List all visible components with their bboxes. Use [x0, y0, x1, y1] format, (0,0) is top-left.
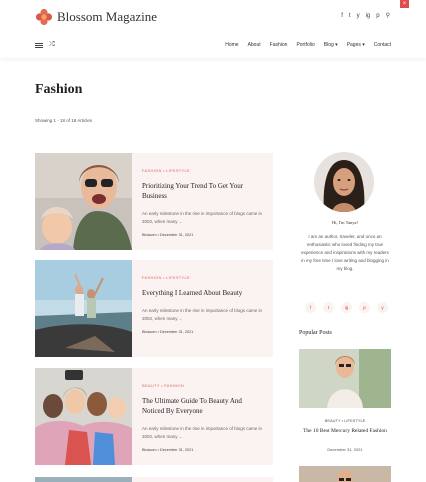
hamburger-menu-icon[interactable]: [35, 43, 43, 48]
nav-item-pages[interactable]: Pages ▾: [347, 42, 365, 48]
nav-item-contact[interactable]: Contact: [374, 42, 391, 48]
youtube-icon[interactable]: y: [377, 302, 388, 313]
sidebar-socials: f t ig p y: [305, 302, 388, 313]
post-card[interactable]: BEAUTY • FASHION The Ultimate Guide To B…: [35, 368, 273, 465]
popular-post-thumbnail[interactable]: [299, 466, 391, 482]
post-meta: Blossom • December 31, 2021: [142, 233, 194, 237]
popular-post-title[interactable]: The 10 Best Mercury Related Fashion: [299, 427, 391, 435]
author-avatar: [314, 152, 374, 212]
site-header: Blossom Magazine f t y ig p ⚲ × ⤮ Home A…: [0, 0, 426, 58]
popular-post-category[interactable]: BEAUTY • LIFESTYLE: [299, 418, 391, 423]
pinterest-icon[interactable]: p: [359, 302, 370, 313]
nav-item-portfolio[interactable]: Portfolio: [296, 42, 314, 48]
popular-posts-heading: Popular Posts: [299, 330, 332, 336]
post-card[interactable]: FASHION • LIFESTYLE Prioritizing Your Tr…: [35, 153, 273, 250]
twitter-icon[interactable]: t: [323, 302, 334, 313]
post-title[interactable]: Prioritizing Your Trend To Get Your Busi…: [142, 181, 265, 201]
instagram-icon[interactable]: ig: [366, 12, 371, 20]
instagram-icon[interactable]: ig: [341, 302, 352, 313]
post-card[interactable]: [35, 477, 273, 482]
post-category[interactable]: FASHION • LIFESTYLE: [142, 168, 265, 173]
post-thumbnail[interactable]: [35, 368, 132, 465]
search-icon[interactable]: ⚲: [386, 12, 390, 20]
shuffle-icon[interactable]: ⤮: [49, 41, 55, 49]
nav-item-home[interactable]: Home: [225, 42, 238, 48]
primary-nav: Home About Fashion Portfolio Blog ▾ Page…: [225, 42, 391, 48]
facebook-icon[interactable]: f: [305, 302, 316, 313]
flower-logo-icon: [35, 8, 53, 26]
post-title[interactable]: The Ultimate Guide To Beauty And Noticed…: [142, 396, 265, 416]
site-logo[interactable]: Blossom Magazine: [35, 8, 157, 26]
post-meta: Blossom • December 31, 2021: [142, 330, 194, 334]
post-title[interactable]: Everything I Learned About Beauty: [142, 288, 265, 298]
twitter-icon[interactable]: t: [349, 12, 351, 20]
post-thumbnail[interactable]: [35, 260, 132, 357]
nav-item-blog[interactable]: Blog ▾: [324, 42, 338, 48]
post-category[interactable]: BEAUTY • FASHION: [142, 383, 265, 388]
site-title: Blossom Magazine: [57, 9, 158, 24]
youtube-icon[interactable]: y: [357, 12, 360, 20]
post-meta: Blossom • December 31, 2021: [142, 448, 194, 452]
article-count: Showing 1 - 18 of 18 Articles: [35, 118, 93, 123]
post-excerpt: An early milestone in the rise in import…: [142, 308, 263, 321]
pinterest-icon[interactable]: p: [376, 12, 379, 20]
post-excerpt: An early milestone in the rise in import…: [142, 426, 263, 439]
post-thumbnail[interactable]: [35, 477, 132, 482]
popular-post-thumbnail[interactable]: [299, 349, 391, 408]
post-excerpt: An early milestone in the rise in import…: [142, 211, 263, 224]
facebook-icon[interactable]: f: [341, 12, 343, 20]
post-card[interactable]: FASHION • LIFESTYLE Everything I Learned…: [35, 260, 273, 357]
close-icon[interactable]: ×: [400, 0, 409, 8]
author-bio: I am an author, traveler, and once an en…: [301, 234, 389, 271]
nav-item-about[interactable]: About: [248, 42, 261, 48]
popular-post-date: December 31, 2021: [327, 447, 363, 452]
post-category[interactable]: FASHION • LIFESTYLE: [142, 275, 265, 280]
page-title: Fashion: [35, 82, 83, 97]
header-socials: f t y ig p ⚲: [341, 12, 390, 20]
post-thumbnail[interactable]: [35, 153, 132, 250]
author-greeting: Hi, I'm Tanya!: [331, 220, 359, 225]
nav-item-fashion[interactable]: Fashion: [270, 42, 288, 48]
